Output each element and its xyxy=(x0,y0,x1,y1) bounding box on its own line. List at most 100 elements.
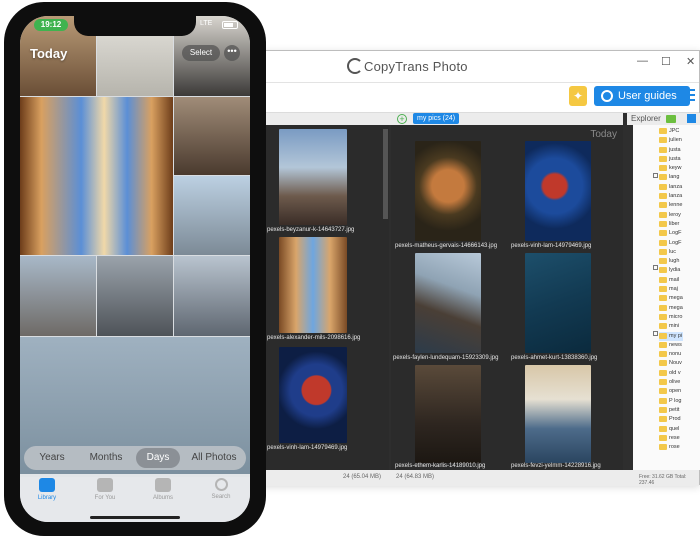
photo-thumbnail[interactable] xyxy=(279,347,347,443)
folder-icon xyxy=(659,286,667,293)
tree-folder-item[interactable]: P log xyxy=(659,397,683,406)
tree-folder-item[interactable]: olive xyxy=(659,378,683,387)
tree-folder-item[interactable]: rese xyxy=(659,434,683,443)
tree-folder-item[interactable]: justa xyxy=(659,146,683,155)
page-title: Today xyxy=(30,46,68,61)
photo-tile[interactable] xyxy=(20,256,96,336)
close-icon[interactable]: ✕ xyxy=(686,55,695,68)
tree-folder-item[interactable]: mini xyxy=(659,322,683,331)
tab-library[interactable]: Library xyxy=(22,478,72,501)
folder-icon xyxy=(659,174,667,181)
tree-folder-item[interactable]: old v xyxy=(659,369,683,378)
photo-thumbnail[interactable] xyxy=(415,365,481,463)
scrollbar[interactable] xyxy=(383,129,388,219)
tree-folder-item[interactable]: news xyxy=(659,341,683,350)
folder-icon xyxy=(659,220,667,227)
tree-folder-label: old v xyxy=(669,369,681,376)
folder-icon[interactable] xyxy=(666,115,676,123)
photo-tile[interactable] xyxy=(174,256,250,336)
folder-icon xyxy=(659,341,667,348)
tree-folder-item[interactable]: nonu xyxy=(659,350,683,359)
segment-days[interactable]: Days xyxy=(136,448,180,468)
tree-folder-label: rese xyxy=(669,434,680,441)
folder-icon xyxy=(659,267,667,274)
tree-folder-item[interactable]: mail xyxy=(659,276,683,285)
tree-folder-item[interactable]: rose xyxy=(659,443,683,452)
photo-thumbnail[interactable] xyxy=(279,237,347,333)
tree-folder-item[interactable]: micro xyxy=(659,313,683,322)
tree-folder-item[interactable]: julien xyxy=(659,136,683,145)
tree-folder-item[interactable]: lugh xyxy=(659,257,683,266)
tree-folder-item[interactable]: open xyxy=(659,387,683,396)
folder-icon xyxy=(659,276,667,283)
tree-folder-item[interactable]: liber xyxy=(659,220,683,229)
tree-folder-item[interactable]: quel xyxy=(659,425,683,434)
expand-toggle[interactable] xyxy=(653,265,658,270)
tree-folder-item[interactable]: lanza xyxy=(659,192,683,201)
album-tab[interactable]: my pics (24) xyxy=(413,113,460,124)
photo-library-icon xyxy=(39,478,55,492)
tree-folder-item[interactable]: LogF xyxy=(659,229,683,238)
tree-folder-item[interactable]: petit xyxy=(659,406,683,415)
add-album-icon[interactable]: + xyxy=(397,114,407,124)
app-logo: CopyTrans Photo xyxy=(347,58,468,74)
tab-albums[interactable]: Albums xyxy=(138,478,188,501)
status-bar: 24 (65.04 MB) 24 (64.83 MB) Free: 31.62 … xyxy=(241,470,699,486)
folder-icon xyxy=(659,230,667,237)
folder-icon xyxy=(659,128,667,134)
collapse-icon[interactable] xyxy=(687,114,696,123)
tree-folder-item[interactable]: keyw xyxy=(659,164,683,173)
photo-thumbnail[interactable] xyxy=(525,253,591,353)
segment-months[interactable]: Months xyxy=(80,446,132,470)
tree-folder-item[interactable]: LogF xyxy=(659,239,683,248)
tree-folder-item[interactable]: lanza xyxy=(659,183,683,192)
expand-toggle[interactable] xyxy=(653,331,658,336)
tree-folder-item[interactable]: my pi xyxy=(659,331,683,341)
photo-thumbnail[interactable] xyxy=(415,141,481,241)
tree-folder-item[interactable]: mega xyxy=(659,294,683,303)
photo-thumbnail[interactable] xyxy=(415,253,481,353)
tree-folder-label: justa xyxy=(669,155,681,162)
tree-folder-label: maj xyxy=(669,286,678,293)
folder-icon xyxy=(659,369,667,376)
photo-thumbnail[interactable] xyxy=(525,141,591,241)
folder-icon xyxy=(659,248,667,255)
folder-list: JPC julien justa justa keyw lang lanza lanza len… xyxy=(659,127,683,452)
tree-folder-item[interactable]: JPC xyxy=(659,127,683,136)
tree-folder-item[interactable]: Nouv xyxy=(659,359,683,368)
tab-label: Albums xyxy=(152,495,173,501)
tree-folder-item[interactable]: Prod xyxy=(659,415,683,424)
tree-folder-item[interactable]: maj xyxy=(659,285,683,294)
select-button[interactable]: Select xyxy=(182,45,220,61)
maximize-icon[interactable]: ☐ xyxy=(661,55,671,68)
lightbulb-icon[interactable]: ✦ xyxy=(569,86,587,106)
menu-icon[interactable] xyxy=(683,89,695,104)
tab-for-you[interactable]: For You xyxy=(80,478,130,501)
tree-folder-item[interactable]: mega xyxy=(659,304,683,313)
tab-label: Search xyxy=(211,494,231,500)
battery-icon xyxy=(222,21,238,29)
tree-folder-item[interactable]: lydia xyxy=(659,266,683,275)
segment-years[interactable]: Years xyxy=(28,446,76,470)
tree-folder-item[interactable]: leroy xyxy=(659,211,683,220)
tree-folder-item[interactable]: lang xyxy=(659,173,683,182)
minimize-icon[interactable]: — xyxy=(637,55,648,67)
expand-toggle[interactable] xyxy=(653,173,658,178)
user-guides-button[interactable]: User guides xyxy=(594,86,690,106)
more-button[interactable]: ••• xyxy=(224,45,240,61)
photo-tile[interactable] xyxy=(97,256,173,336)
photo-thumbnail[interactable] xyxy=(279,129,347,225)
photo-tile[interactable] xyxy=(174,97,250,175)
file-name: pexels-faylen-lundequam-15923309.jpg xyxy=(393,355,499,361)
photo-thumbnail[interactable] xyxy=(525,365,591,463)
photo-tile[interactable] xyxy=(20,97,173,255)
segment-all-photos[interactable]: All Photos xyxy=(184,446,244,470)
left-status: 24 (65.04 MB) xyxy=(343,474,382,480)
tab-search[interactable]: Search xyxy=(196,478,246,500)
tree-folder-item[interactable]: luc xyxy=(659,248,683,257)
tree-folder-item[interactable]: justa xyxy=(659,155,683,164)
tree-folder-item[interactable]: lenne xyxy=(659,201,683,210)
folder-icon xyxy=(659,388,667,395)
photo-tile[interactable] xyxy=(174,176,250,255)
folder-icon xyxy=(659,239,667,246)
